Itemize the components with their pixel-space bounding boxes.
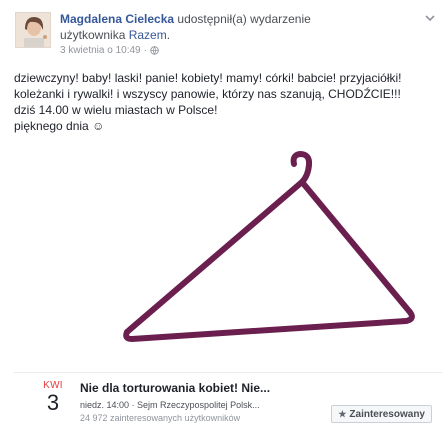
post-body-line: koleżanki i rywalki! i wszyscy panowie, … [14,87,401,101]
post-body: dziewczyny! baby! laski! panie! kobiety!… [14,70,439,134]
meta-separator: · [143,45,147,56]
page-prefix: użytkownika [60,28,129,42]
clothes-hanger-illustration [123,151,415,342]
event-card: KWI 3 Nie dla torturowania kobiet! Nie..… [14,372,442,430]
post-meta: 3 kwietnia o 10:49 · [60,45,159,56]
interested-label: Zainteresowany [349,408,425,420]
star-icon: ★ [338,408,347,419]
post-action-text: udostępnił(a) wydarzenie [174,12,311,26]
event-detail: niedz. 14:00 · Sejm Rzeczypospolitej Pol… [80,400,260,410]
post-timestamp[interactable]: 3 kwietnia o 10:49 [60,45,141,56]
post-body-line: pięknego dnia ☺ [14,119,105,133]
author-avatar[interactable] [15,12,51,48]
feed-post: Magdalena Cielecka udostępnił(a) wydarze… [0,0,448,433]
event-interest-count: 24 972 zainteresowanych użytkowników [80,413,241,423]
page-link[interactable]: Razem [129,28,167,42]
event-info: Nie dla torturowania kobiet! Nie... nied… [80,380,330,425]
event-day: 3 [46,390,60,415]
post-body-line: dziś 14.00 w wielu miastach w Polsce! [14,103,218,117]
post-body-line: dziewczyny! baby! laski! panie! kobiety!… [14,71,402,85]
page-suffix: . [166,28,171,42]
interested-button[interactable]: ★ Zainteresowany [331,405,432,423]
chevron-down-icon[interactable] [424,12,436,24]
globe-icon [150,46,159,55]
event-title[interactable]: Nie dla torturowania kobiet! Nie... [80,380,330,396]
event-cover-image[interactable] [14,135,442,367]
event-date: KWI 3 [36,380,70,415]
author-name[interactable]: Magdalena Cielecka [60,12,174,26]
post-header: Magdalena Cielecka udostępnił(a) wydarze… [60,11,440,43]
